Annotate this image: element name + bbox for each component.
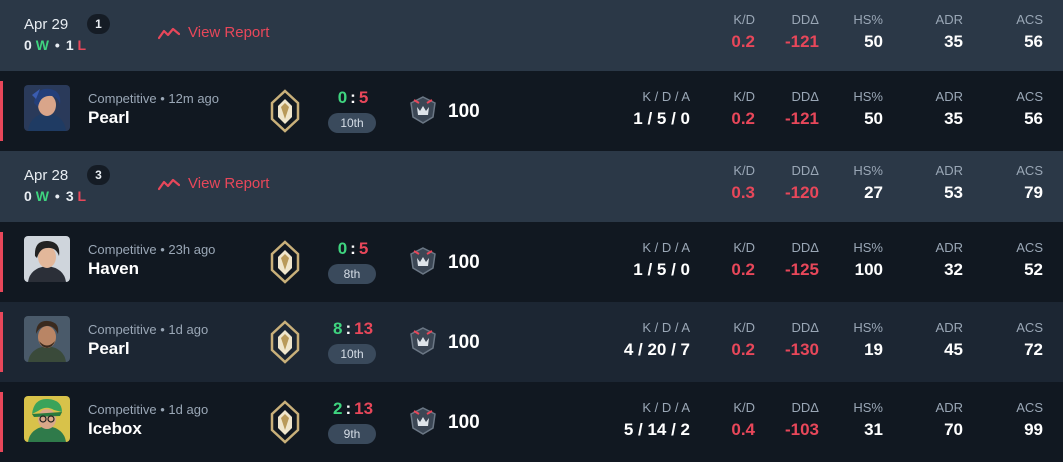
view-report-label: View Report: [188, 175, 270, 192]
rank-rating-value: 100: [448, 412, 480, 433]
day-date: Apr 29: [24, 16, 69, 33]
stat-kda: K / D / A4 / 20 / 7: [623, 320, 690, 359]
loss-indicator-bar: [0, 392, 3, 452]
stat-kda: K / D / A1 / 5 / 0: [633, 89, 690, 128]
stat-kda: K / D / A5 / 14 / 2: [623, 400, 690, 439]
stat-acs: ACS 99: [1016, 400, 1043, 439]
match-row[interactable]: Competitive • 12m ago Pearl 0:5 10th 100…: [0, 71, 1063, 151]
stat-dd-delta: DDΔ -121: [784, 89, 819, 128]
rank-rating-value: 100: [448, 101, 480, 122]
match-score: 2:13: [332, 399, 374, 418]
stat-hs: HS% 27: [853, 163, 883, 202]
day-header-apr-28: Apr 28 3 0 W • 3 L View Report K/D 0.3 DDΔ -…: [0, 151, 1063, 222]
match-score: 0:5: [337, 239, 369, 258]
rank-rating-value: 100: [448, 332, 480, 353]
stat-acs: ACS 72: [1016, 320, 1043, 359]
view-report-button[interactable]: View Report: [158, 175, 269, 192]
agent-avatar: [24, 396, 70, 442]
win-loss-record: 0 W • 1 L: [24, 37, 87, 53]
rank-rating-icon: [410, 96, 436, 124]
loss-indicator-bar: [0, 81, 3, 141]
rank-rating-value: 100: [448, 252, 480, 273]
match-row[interactable]: Competitive • 23h ago Haven 0:5 8th 100 …: [0, 222, 1063, 302]
placement-badge: 10th: [328, 113, 376, 133]
stat-adr: ADR 35: [935, 89, 963, 128]
loss-indicator-bar: [0, 232, 3, 292]
match-mode-time: Competitive • 1d ago: [88, 402, 209, 417]
match-mode-time: Competitive • 1d ago: [88, 322, 209, 337]
stat-dd-delta: DDΔ -103: [784, 400, 819, 439]
map-name: Pearl: [88, 108, 130, 127]
match-score: 8:13: [332, 319, 374, 338]
stat-hs: HS% 100: [853, 240, 883, 279]
stat-kd: K/D 0.2: [731, 320, 755, 359]
stat-hs: HS% 31: [853, 400, 883, 439]
placement-badge: 9th: [328, 424, 376, 444]
agent-avatar: [24, 85, 70, 131]
stat-adr: ADR 45: [935, 320, 963, 359]
stat-adr: ADR 32: [935, 240, 963, 279]
trend-line-icon: [158, 178, 180, 190]
stat-dd-delta: DDΔ -120: [784, 163, 819, 202]
stat-acs: ACS 56: [1016, 12, 1043, 51]
map-name: Icebox: [88, 419, 142, 438]
rank-rating-icon: [410, 327, 436, 355]
stat-kd: K/D 0.2: [731, 12, 755, 51]
rank-rating-icon: [410, 407, 436, 435]
stat-acs: ACS 56: [1016, 89, 1043, 128]
stat-dd-delta: DDΔ -125: [784, 240, 819, 279]
stat-hs: HS% 50: [853, 89, 883, 128]
view-report-button[interactable]: View Report: [158, 24, 269, 41]
view-report-label: View Report: [188, 24, 270, 41]
stat-kd: K/D 0.3: [731, 163, 755, 202]
stat-acs: ACS 79: [1016, 163, 1043, 202]
stat-acs: ACS 52: [1016, 240, 1043, 279]
win-loss-record: 0 W • 3 L: [24, 188, 87, 204]
match-count-badge: 3: [87, 165, 110, 185]
stat-adr: ADR 53: [935, 163, 963, 202]
rank-icon: [270, 240, 300, 284]
agent-avatar: [24, 236, 70, 282]
match-row[interactable]: Competitive • 1d ago Pearl 8:13 10th 100…: [0, 302, 1063, 382]
stat-adr: ADR 70: [935, 400, 963, 439]
stat-kda: K / D / A1 / 5 / 0: [633, 240, 690, 279]
match-score: 0:5: [337, 88, 369, 107]
stat-kd: K/D 0.2: [731, 240, 755, 279]
rank-icon: [270, 89, 300, 133]
map-name: Haven: [88, 259, 140, 278]
stat-kd: K/D 0.4: [731, 400, 755, 439]
placement-badge: 8th: [328, 264, 376, 284]
stat-hs: HS% 19: [853, 320, 883, 359]
stat-kd: K/D 0.2: [731, 89, 755, 128]
agent-avatar: [24, 316, 70, 362]
map-name: Pearl: [88, 339, 130, 358]
stat-dd-delta: DDΔ -130: [784, 320, 819, 359]
stat-hs: HS% 50: [853, 12, 883, 51]
stat-adr: ADR 35: [935, 12, 963, 51]
match-row[interactable]: Competitive • 1d ago Icebox 2:13 9th 100…: [0, 382, 1063, 462]
loss-indicator-bar: [0, 312, 3, 372]
stat-dd-delta: DDΔ -121: [784, 12, 819, 51]
placement-badge: 10th: [328, 344, 376, 364]
trend-line-icon: [158, 27, 180, 39]
match-count-badge: 1: [87, 14, 110, 34]
match-mode-time: Competitive • 12m ago: [88, 91, 220, 106]
rank-rating-icon: [410, 247, 436, 275]
rank-icon: [270, 320, 300, 364]
match-mode-time: Competitive • 23h ago: [88, 242, 216, 257]
day-header-apr-29: Apr 29 1 0 W • 1 L View Report K/D 0.2 DDΔ -…: [0, 0, 1063, 71]
day-date: Apr 28: [24, 167, 69, 184]
rank-icon: [270, 400, 300, 444]
